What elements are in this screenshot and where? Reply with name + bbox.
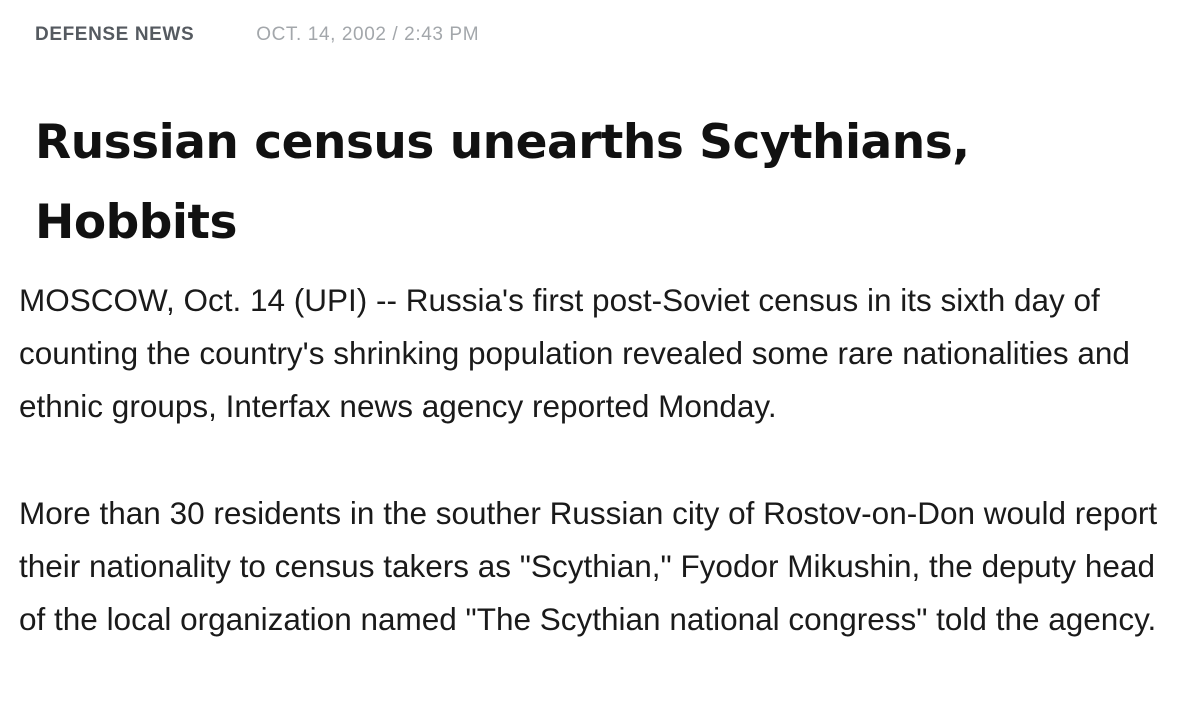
article-meta: DEFENSE NEWS OCT. 14, 2002 / 2:43 PM bbox=[35, 24, 479, 46]
news-article: DEFENSE NEWS OCT. 14, 2002 / 2:43 PM Rus… bbox=[0, 0, 1199, 703]
publish-date: OCT. 14, 2002 / 2:43 PM bbox=[256, 24, 480, 45]
article-paragraph-1: MOSCOW, Oct. 14 (UPI) -- Russia's first … bbox=[19, 282, 1130, 424]
article-headline: Russian census unearths Scythians, Hobbi… bbox=[35, 115, 970, 250]
category-link[interactable]: DEFENSE NEWS bbox=[35, 24, 194, 46]
article-paragraph-2: More than 30 residents in the souther Ru… bbox=[19, 495, 1158, 637]
